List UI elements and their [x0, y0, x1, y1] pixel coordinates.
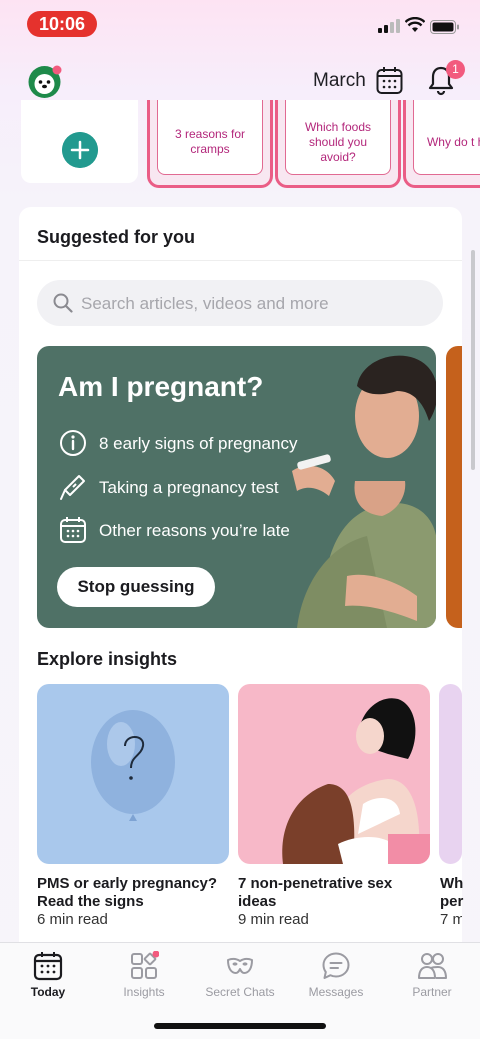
insight-read-time: 9 min read [238, 911, 309, 928]
battery-icon [430, 20, 459, 34]
search-icon [53, 293, 73, 313]
insights-grid-icon [131, 951, 159, 979]
tab-label: Today [30, 985, 66, 999]
insight-card-image[interactable] [439, 684, 462, 864]
add-story-card[interactable] [21, 100, 138, 183]
insight-title[interactable]: Wh per [440, 875, 464, 911]
cellular-signal-icon [378, 19, 400, 33]
app-logo-icon[interactable] [27, 64, 62, 99]
section-title-suggested: Suggested for you [37, 227, 196, 247]
pregnancy-test-icon [60, 475, 85, 500]
tab-label: Insights [123, 985, 165, 999]
story-card[interactable]: Which foods should you avoid? [275, 100, 401, 188]
story-card[interactable]: 3 reasons for cramps [147, 100, 273, 188]
story-label: Which foods should you avoid? [285, 100, 391, 175]
divider [19, 260, 462, 261]
hero-title: Am I pregnant? [58, 371, 264, 402]
search-input[interactable]: Search articles, videos and more [37, 280, 443, 326]
tab-label: Secret Chats [205, 985, 275, 999]
calendar-icon [60, 517, 86, 543]
mask-icon [227, 957, 253, 974]
embracing-couple-image [282, 698, 430, 864]
hero-link-label: Other reasons you’re late [99, 521, 290, 540]
balloon-question-image [91, 710, 175, 821]
insight-title[interactable]: PMS or early pregnancy? Read the signs [37, 875, 237, 911]
insight-read-time: 6 min read [37, 911, 108, 928]
status-bar: 10:06 [0, 0, 480, 46]
tab-secret-chats[interactable]: Secret Chats [192, 943, 288, 1013]
wifi-icon [405, 17, 425, 32]
status-time: 10:06 [27, 11, 97, 37]
stories-strip: 3 reasons for cramps Which foods should … [0, 100, 480, 192]
next-hero-card-peek[interactable] [446, 346, 462, 628]
woman-holding-test-image [292, 355, 436, 628]
insight-card-image[interactable] [238, 684, 430, 864]
hero-link-label: Taking a pregnancy test [99, 478, 279, 497]
tab-partner[interactable]: Partner [384, 943, 480, 1013]
chat-bubble-icon [322, 952, 350, 979]
calendar-icon [33, 952, 63, 981]
tab-today[interactable]: Today [0, 943, 96, 1013]
tab-insights[interactable]: Insights [96, 943, 192, 1013]
search-placeholder: Search articles, videos and more [81, 294, 329, 313]
story-card[interactable]: Why do t hurt? [403, 100, 480, 188]
app-header: March [0, 56, 480, 106]
story-label: Why do t hurt? [413, 100, 480, 175]
tab-label: Partner [412, 985, 452, 999]
insight-title[interactable]: 7 non-penetrative sex ideas [238, 875, 428, 911]
section-title-insights: Explore insights [37, 649, 178, 669]
hero-card[interactable]: Am I pregnant? 8 early signs of pregnanc… [37, 346, 436, 628]
insight-card-image[interactable] [37, 684, 229, 864]
insight-read-time: 7 m [440, 911, 462, 928]
month-label[interactable]: March [313, 70, 366, 92]
notification-badge: 1 [446, 60, 465, 79]
scrollbar[interactable] [471, 250, 475, 470]
suggested-panel: Suggested for you Search articles, video… [19, 207, 464, 967]
tab-label: Messages [308, 985, 364, 999]
partner-people-icon [418, 953, 447, 979]
hero-link-label: 8 early signs of pregnancy [99, 434, 298, 453]
calendar-icon[interactable] [376, 66, 403, 95]
info-icon [60, 430, 86, 456]
plus-icon[interactable] [62, 132, 98, 168]
tab-messages[interactable]: Messages [288, 943, 384, 1013]
stop-guessing-button[interactable]: Stop guessing [57, 567, 215, 607]
story-label: 3 reasons for cramps [157, 100, 263, 175]
home-indicator [154, 1023, 326, 1029]
